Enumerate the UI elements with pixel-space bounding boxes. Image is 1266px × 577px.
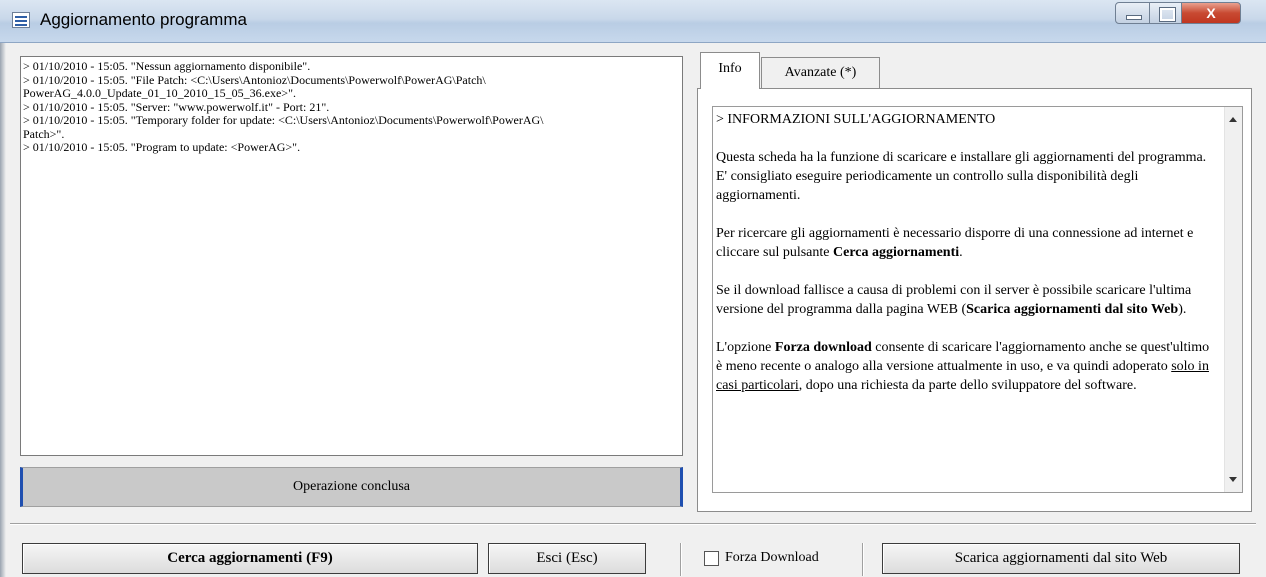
log-output[interactable]: > 01/10/2010 - 15:05. "Nessun aggiorname…: [20, 56, 683, 456]
info-heading: > INFORMAZIONI SULL'AGGIORNAMENTO: [716, 112, 996, 127]
info-paragraph: Se il download fallisce a causa di probl…: [716, 281, 1216, 319]
close-button[interactable]: X: [1181, 2, 1241, 24]
minimize-button[interactable]: [1115, 2, 1150, 24]
info-text-run: .: [959, 245, 963, 260]
tab-info[interactable]: Info: [700, 52, 760, 89]
scarica-dal-sito-button[interactable]: Scarica aggiornamenti dal sito Web: [882, 543, 1240, 574]
footer-divider: [680, 543, 682, 576]
info-bold-run: Cerca aggiornamenti: [833, 245, 960, 260]
info-bold-run: Scarica aggiornamenti dal sito Web: [966, 302, 1179, 317]
window-title: Aggiornamento programma: [40, 10, 247, 29]
log-line: > 01/10/2010 - 15:05. "File Patch: <C:\U…: [23, 72, 486, 100]
status-bar: Operazione conclusa: [20, 467, 683, 507]
log-line: > 01/10/2010 - 15:05. "Nessun aggiorname…: [23, 59, 311, 73]
tab-avanzate[interactable]: Avanzate (*): [761, 57, 880, 89]
window-left-edge: [0, 42, 6, 577]
log-line: > 01/10/2010 - 15:05. "Temporary folder …: [23, 113, 544, 141]
forza-download-label[interactable]: Forza Download: [725, 550, 819, 566]
log-line: > 01/10/2010 - 15:05. "Program to update…: [23, 140, 301, 154]
scroll-down-arrow-icon[interactable]: [1229, 477, 1237, 482]
log-line: > 01/10/2010 - 15:05. "Server: "www.powe…: [23, 99, 330, 114]
info-paragraph: L'opzione Forza download consente di sca…: [716, 338, 1216, 395]
info-scrollbar[interactable]: [1224, 107, 1242, 492]
maximize-icon: [1160, 8, 1175, 21]
cerca-aggiornamenti-button[interactable]: Cerca aggiornamenti (F9): [22, 543, 478, 574]
close-icon: X: [1206, 5, 1216, 21]
forza-download-checkbox[interactable]: [704, 551, 719, 566]
info-text-run: , dopo una richiesta da parte dello svil…: [798, 378, 1137, 393]
info-text-area[interactable]: > INFORMAZIONI SULL'AGGIORNAMENTO Questa…: [712, 106, 1243, 493]
info-text: > INFORMAZIONI SULL'AGGIORNAMENTO Questa…: [716, 110, 1216, 414]
info-text-run: L'opzione: [716, 340, 775, 355]
footer-divider: [862, 543, 864, 576]
minimize-icon: [1126, 15, 1142, 20]
title-bar[interactable]: Aggiornamento programma X: [0, 0, 1266, 43]
info-paragraph: Per ricercare gli aggiornamenti è necess…: [716, 224, 1216, 262]
info-paragraph: Questa scheda ha la funzione di scaricar…: [716, 150, 1207, 203]
info-text-run: ).: [1178, 302, 1187, 317]
scroll-up-arrow-icon[interactable]: [1229, 117, 1237, 122]
esci-button[interactable]: Esci (Esc): [488, 543, 646, 574]
footer-separator: [10, 523, 1256, 525]
maximize-button[interactable]: [1149, 2, 1182, 24]
info-bold-run: Forza download: [774, 340, 872, 355]
app-window-icon[interactable]: [12, 12, 30, 28]
